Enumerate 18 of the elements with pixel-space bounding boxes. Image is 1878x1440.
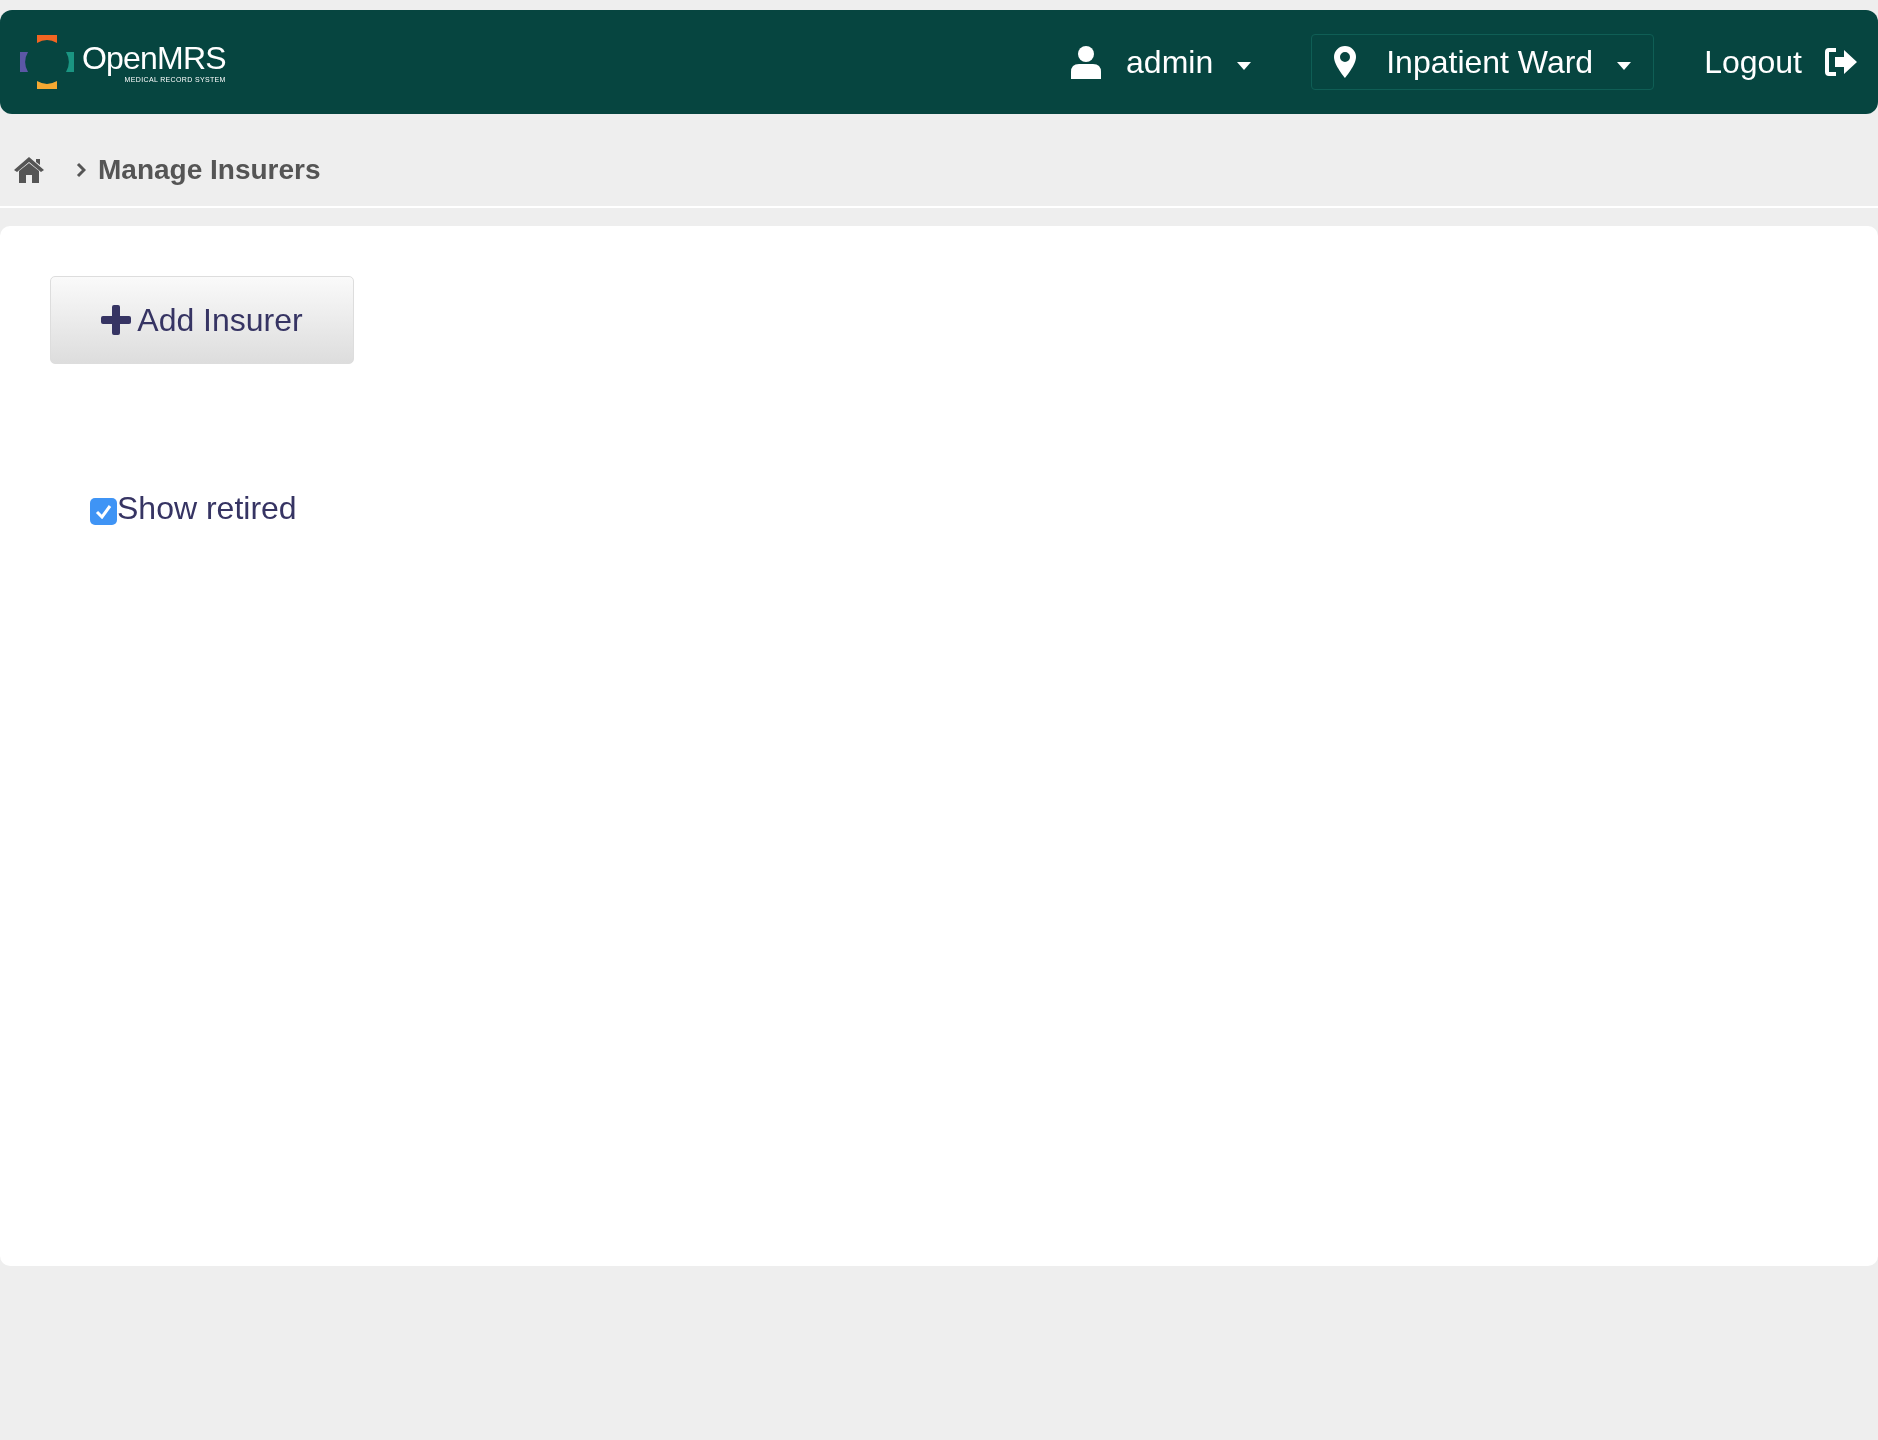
chevron-icon [76, 162, 86, 178]
show-retired-checkbox[interactable] [90, 497, 117, 525]
location-menu[interactable]: Inpatient Ward [1311, 34, 1655, 90]
breadcrumb-current: Manage Insurers [98, 153, 321, 187]
logout-icon [1824, 47, 1858, 77]
logout-button[interactable]: Logout [1704, 38, 1858, 86]
show-retired-label: Show retired [117, 489, 297, 528]
add-insurer-button[interactable]: Add Insurer [50, 276, 354, 364]
logo-wordmark: OpenMRS [82, 40, 226, 75]
caret-icon [1617, 62, 1632, 70]
caret-icon [1237, 62, 1252, 70]
user-icon [1070, 45, 1103, 79]
location-pin-icon [1334, 46, 1357, 78]
home-icon[interactable] [14, 157, 44, 183]
plus-icon [101, 305, 132, 335]
logo-icon [20, 35, 74, 89]
user-menu[interactable]: admin [1070, 38, 1252, 86]
checkmark-icon [95, 503, 112, 519]
